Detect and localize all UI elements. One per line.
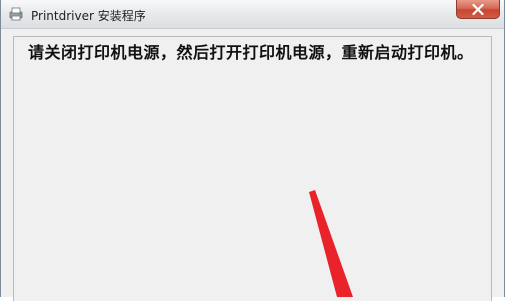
window-title: Printdriver 安装程序 xyxy=(31,9,146,23)
title-bar[interactable]: Printdriver 安装程序 xyxy=(1,0,504,29)
printer-setup-icon xyxy=(8,6,24,22)
close-icon xyxy=(472,4,484,15)
dialog-content-panel: 请关闭打印机电源，然后打开打印机电源，重新启动打印机。 xyxy=(13,36,492,301)
installer-window: Printdriver 安装程序 请关闭打印机电源，然后打开打印机电源，重新启动… xyxy=(0,0,505,301)
annotation-arrow xyxy=(309,190,353,297)
restart-printer-message: 请关闭打印机电源，然后打开打印机电源，重新启动打印机。 xyxy=(28,43,474,62)
close-button[interactable] xyxy=(456,0,500,19)
